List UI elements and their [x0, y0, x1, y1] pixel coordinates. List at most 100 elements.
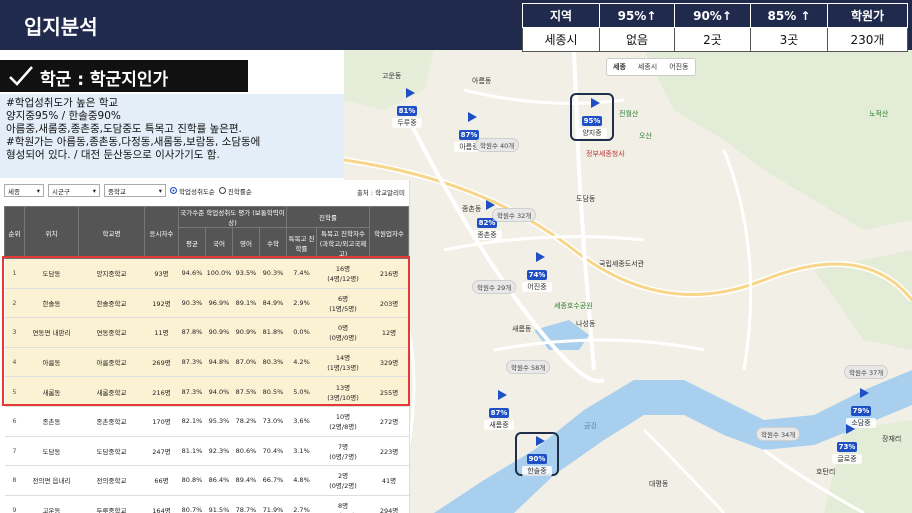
radio-selected-icon [170, 187, 177, 194]
sort-admission-label: 진학률순 [227, 187, 252, 196]
cell-kor: 91.5% [205, 495, 233, 513]
cell-eng: 78.7% [232, 495, 260, 513]
radio-icon [218, 187, 226, 194]
cell-math: 73.0% [259, 406, 287, 437]
map-tab-sejong[interactable]: 세종 [607, 59, 632, 75]
pin-name: 종촌중 [472, 230, 502, 240]
cell-n: 247명 [144, 436, 179, 467]
cell-rank: 6 [4, 406, 25, 437]
cell-acad: 223명 [369, 436, 409, 467]
map-label-saerom: 새롬동 [512, 325, 532, 333]
cell-school: 도담중학교 [78, 436, 145, 467]
map-label-gov: 정부세종청사 [586, 150, 625, 158]
cell-n: 164명 [144, 495, 179, 513]
cell-cnt: 2명 (0명/2명) [316, 465, 370, 496]
map-label-library: 국립세종도서관 [599, 260, 645, 268]
col-achievement: 국가수준 학업성취도 평가 (보통학력이상) [178, 206, 287, 228]
map-label-nasung: 나성동 [576, 320, 596, 328]
cell-count-total: 7명 [337, 442, 349, 451]
school-pin-hansol[interactable]: 90% 한솔중 [522, 436, 552, 476]
section-title: 학군 : 학군지인가 [0, 60, 248, 92]
level-select[interactable]: 중학교 ▾ [104, 184, 166, 197]
cell-cnt: 8명(3명/5명) [316, 495, 370, 513]
pin-name: 두루중 [392, 118, 422, 128]
academy-count-badge: 학원수 34개 [756, 427, 801, 441]
col-kor: 국어 [205, 227, 233, 259]
school-pin-saerom[interactable]: 87% 새롬중 [484, 390, 514, 430]
pin-name: 어진중 [522, 282, 552, 292]
col-count: 특목고 진학자수 (과학고/외고국제고) [315, 227, 371, 259]
district-select-value: 시군구 [52, 187, 70, 196]
description-line: 형성되어 있다. / 대전 둔산동으로 이사가기도 함. [6, 149, 220, 161]
map-label-hotanri: 호탄리 [816, 468, 836, 476]
map-label-jangjae: 장재리 [882, 435, 902, 443]
cell-avg: 80.8% [178, 465, 206, 496]
cell-eng: 89.4% [232, 465, 260, 496]
school-ranking-panel: 세종 ▾ 시군구 ▾ 중학교 ▾ 학업성취도순 진학률순 출처 : 학교알리미 순위 … [0, 180, 410, 513]
pin-pct: 81% [396, 106, 418, 116]
cell-kor: 92.3% [205, 436, 233, 467]
col-academy: 학원업자수 [369, 206, 410, 259]
pin-name: 양지중 [577, 128, 607, 138]
cell-rank: 7 [4, 436, 25, 467]
cell-count-detail: (0명/2명) [329, 482, 357, 491]
cell-school: 전의중학교 [78, 465, 145, 496]
summary-header: 학원가 [827, 3, 908, 28]
school-pin-sodam[interactable]: 79% 소담중 [846, 388, 876, 428]
summary-table: 지역 95%↑ 90%↑ 85% ↑ 학원가 세종시 없음 2곳 3곳 230개 [522, 3, 908, 52]
pin-pct: 87% [488, 408, 510, 418]
cell-math: 66.7% [259, 465, 287, 496]
cell-eng: 78.2% [232, 406, 260, 437]
cell-rate: 3.1% [286, 436, 317, 467]
school-pin-yangji[interactable]: 95% 양지중 [577, 98, 607, 138]
col-school: 학교명 [78, 206, 145, 259]
cell-school: 두루중학교 [78, 495, 145, 513]
school-pin-geulro[interactable]: 73% 글로중 [832, 424, 862, 464]
map-label-nojeoksan: 노적산 [869, 110, 889, 118]
cell-school: 종촌중학교 [78, 406, 145, 437]
map-label-jeonwol: 전월산 [619, 110, 639, 118]
table-row: 8 전의면 읍내리 전의중학교 66명 80.8% 86.4% 89.4% 66.7% 4.8%… [4, 465, 409, 496]
col-students: 응시자수 [144, 206, 179, 259]
cell-rate: 2.7% [286, 495, 317, 513]
pin-pct: 74% [526, 270, 548, 280]
district-select[interactable]: 시군구 ▾ [48, 184, 100, 197]
school-pin-duru[interactable]: 81% 두루중 [392, 88, 422, 128]
cell-acad: 272명 [369, 406, 409, 437]
map-region-tabs[interactable]: 세종 세종시 어진동 [606, 58, 696, 76]
pin-name: 새롬중 [484, 420, 514, 430]
map-tab-sejongsi[interactable]: 세종시 [632, 59, 663, 75]
summary-header: 95%↑ [599, 3, 675, 28]
map-label-daepyeong: 대평동 [649, 480, 669, 488]
region-select[interactable]: 세종 ▾ [4, 184, 44, 197]
chevron-down-icon: ▾ [36, 186, 40, 195]
academy-count-badge: 학원수 40개 [475, 138, 520, 152]
map-label-osan: 오산 [639, 132, 652, 140]
cell-eng: 80.6% [232, 436, 260, 467]
sort-achievement-radio[interactable]: 학업성취도순 [170, 186, 215, 196]
cell-n: 170명 [144, 406, 179, 437]
map-tab-eojin[interactable]: 어진동 [663, 59, 694, 75]
cell-count-total: 2명 [337, 472, 349, 481]
pin-name: 글로중 [832, 454, 862, 464]
cell-loc: 도담동 [24, 436, 79, 467]
school-pin-eojin[interactable]: 74% 어진중 [522, 252, 552, 292]
summary-header: 85% ↑ [750, 3, 828, 28]
cell-avg: 82.1% [178, 406, 206, 437]
source-note: 출처 : 학교알리미 [356, 189, 405, 197]
chevron-down-icon: ▾ [158, 186, 162, 195]
cell-rate: 4.8% [286, 465, 317, 496]
sort-admission-radio[interactable]: 진학률순 [218, 186, 252, 196]
summary-value: 없음 [599, 27, 675, 52]
map-label-goundong: 고운동 [382, 72, 402, 80]
summary-value: 230개 [827, 27, 908, 52]
cell-cnt: 10명 (2명/8명) [316, 406, 370, 437]
description-box: #학업성취도가 높은 학교 양지중95% / 한솔중90% 아름중,새롬중,종촌… [0, 94, 344, 178]
description-line: 아름중,새롬중,종촌중,도담중도 특목고 진학률 높은편. [6, 123, 242, 135]
level-select-value: 중학교 [108, 187, 126, 196]
map-view[interactable]: 세종 세종시 어진동 고운동 아름동 종촌동 도담동 나성동 새롬동 대평동 금… [344, 50, 912, 513]
cell-acad: 41명 [369, 465, 409, 496]
cell-count-detail: (2명/8명) [329, 423, 357, 432]
description-line: #학원가는 아름동,종촌동,다정동,새롬동,보람동, 소담동에 [6, 136, 261, 148]
cell-count-total: 10명 [335, 413, 351, 422]
